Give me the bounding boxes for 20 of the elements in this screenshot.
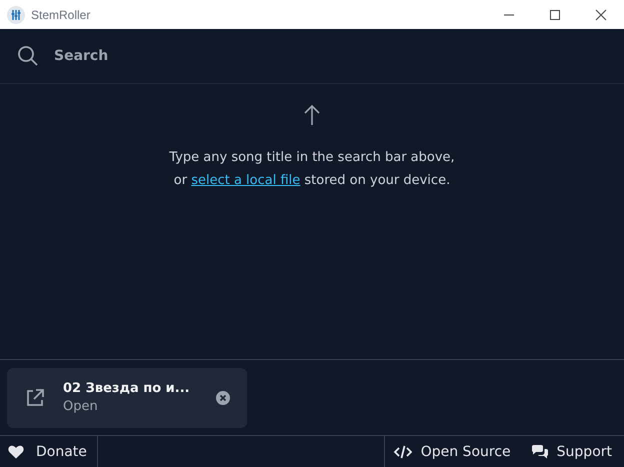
app-logo-icon [7, 6, 25, 24]
queue-card[interactable]: 02 Звезда по и... Open [7, 368, 247, 428]
search-field[interactable]: Search [54, 48, 594, 64]
close-icon [595, 8, 607, 20]
donate-button[interactable]: Donate [0, 436, 98, 467]
remove-icon[interactable] [215, 390, 231, 406]
external-link-icon [25, 388, 45, 408]
window-title: StemRoller [31, 8, 92, 22]
song-status: Open [63, 399, 99, 414]
chat-icon [530, 444, 549, 459]
open-source-button[interactable]: Open Source [384, 436, 519, 467]
maximize-icon [549, 8, 561, 20]
code-icon [392, 444, 413, 458]
up-arrow-icon [303, 104, 321, 126]
song-title: 02 Звезда по и... [63, 381, 191, 396]
heart-icon [8, 444, 24, 458]
empty-state-text: Type any song title in the search bar above, or select a local file stored on your device. [169, 149, 455, 190]
search-icon [16, 44, 40, 68]
support-button[interactable]: Support [522, 436, 620, 467]
select-file-link[interactable]: select a local file [191, 173, 300, 188]
